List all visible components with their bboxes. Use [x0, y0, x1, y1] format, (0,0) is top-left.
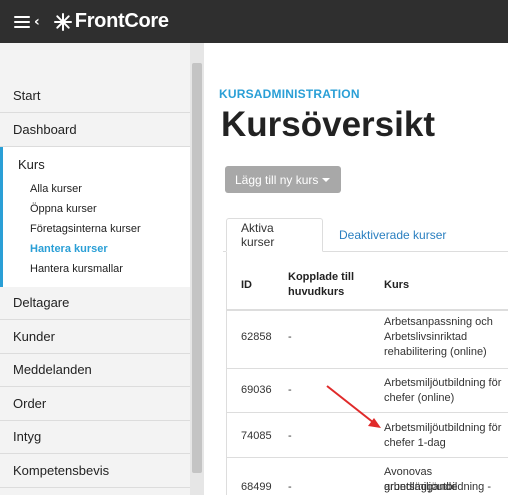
annotation-arrow-icon — [326, 385, 381, 428]
